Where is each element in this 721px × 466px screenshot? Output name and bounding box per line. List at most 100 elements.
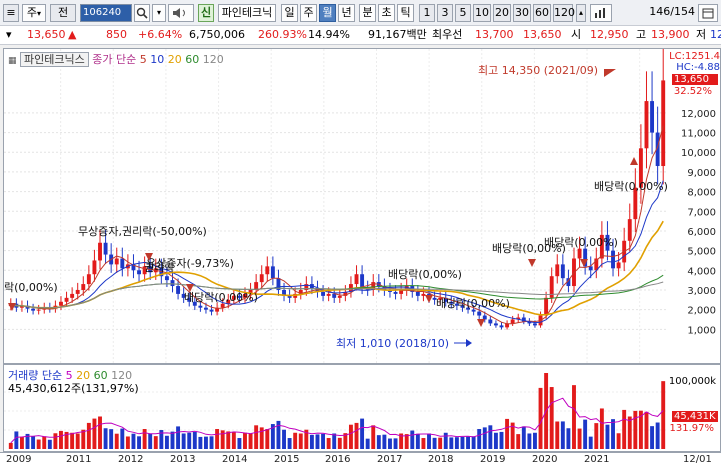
bars-icon[interactable] — [590, 4, 612, 22]
dropdown-arrow-icon[interactable]: ▾ — [152, 4, 166, 22]
speaker-icon[interactable] — [168, 4, 194, 22]
volume-bar — [454, 437, 459, 449]
tab-day[interactable]: 일 — [281, 4, 298, 22]
date-label: 2016 — [325, 454, 351, 465]
volume-bar — [86, 422, 91, 449]
high-label: 고 — [636, 28, 647, 41]
volume-bar — [187, 432, 192, 449]
tab-tick[interactable]: 틱 — [397, 4, 414, 22]
stock-name: 파인테크닉 — [218, 4, 276, 22]
date-label: 2012 — [118, 454, 144, 465]
calendar-icon[interactable] — [698, 4, 718, 22]
candle-body — [64, 297, 69, 302]
candle-body — [31, 308, 36, 311]
candle-body — [415, 291, 420, 296]
volume-bar — [348, 424, 353, 449]
volume-chart-pane[interactable]: 거래량 단순 5 20 60 120 45,430,612주(131,97%) … — [3, 364, 721, 452]
market-select[interactable]: 주▾ — [22, 4, 46, 22]
price-chart[interactable]: 12,000 11,000 10,000 9,000 8,000 7,000 6,000 5,… — [4, 49, 720, 363]
new-badge[interactable]: 신 — [198, 4, 214, 22]
ma-5: 5 — [139, 53, 147, 66]
volume-bar — [560, 421, 565, 449]
quote-menu-icon[interactable]: ▾ — [6, 26, 15, 44]
date-label: 2019 — [480, 454, 506, 465]
volume-bar — [315, 434, 320, 449]
stock-code-input[interactable]: 106240 — [80, 4, 132, 22]
price-legend-tag[interactable]: 파인테크닉스 — [20, 52, 89, 67]
candle-body — [588, 266, 593, 271]
candle-body — [544, 297, 549, 316]
annotation-left-edge: 락(0,00%) — [4, 281, 58, 294]
volume-bar — [488, 425, 493, 449]
interval-60[interactable]: 60 — [533, 4, 551, 22]
volume-current-label: 45,431K — [672, 411, 718, 422]
y-tick-label: 5,000 — [687, 247, 716, 258]
candle-body — [533, 323, 537, 326]
volume-bar — [42, 436, 47, 449]
interval-5[interactable]: 5 — [455, 4, 471, 22]
date-label: 2011 — [66, 454, 92, 465]
candle-body — [393, 291, 398, 294]
volume-bar — [493, 432, 498, 449]
page-current: 146 — [649, 5, 671, 18]
volume-bar — [98, 416, 102, 449]
volume-bar — [287, 438, 292, 449]
candle-body — [326, 293, 331, 296]
candle-body — [220, 303, 225, 308]
annotation-rights-issue: 무상증자,권리락(-50,00%) — [78, 225, 207, 238]
volume-bar — [282, 429, 286, 449]
interval-3[interactable]: 3 — [437, 4, 453, 22]
volume-rate: 260.93% — [258, 28, 307, 41]
volume-bar — [204, 436, 208, 449]
volume-bar — [477, 429, 482, 449]
y-tick-label: 8,000 — [687, 188, 716, 199]
ma-label: 종가 단순 — [92, 53, 137, 66]
candle-body — [103, 242, 108, 255]
volume-bar — [176, 426, 181, 449]
low-arrow-icon — [466, 339, 472, 347]
best-ask-label: 최우선 — [432, 28, 463, 41]
volume-bar — [231, 432, 236, 449]
y-tick-label: 9,000 — [687, 168, 716, 179]
trade-amount: 91,167백만 — [368, 28, 427, 41]
candle-body — [59, 301, 63, 306]
candle-body — [81, 284, 86, 290]
interval-120[interactable]: 120 — [553, 4, 575, 22]
tab-month[interactable]: 월 — [319, 4, 336, 22]
volume-bar — [142, 429, 147, 449]
tab-year[interactable]: 년 — [338, 4, 355, 22]
tab-week[interactable]: 주 — [300, 4, 317, 22]
period-select[interactable]: 전 — [50, 4, 76, 22]
price-chart-pane[interactable]: 12,000 11,000 10,000 9,000 8,000 7,000 6,000 5,… — [3, 48, 721, 364]
candle-body — [493, 323, 498, 326]
interval-10[interactable]: 10 — [473, 4, 491, 22]
candle-body — [209, 309, 214, 312]
candle-body — [86, 274, 91, 285]
tab-minute[interactable]: 분 — [359, 4, 376, 22]
search-icon[interactable] — [134, 4, 150, 22]
tab-second[interactable]: 초 — [378, 4, 395, 22]
ma-120: 120 — [202, 53, 224, 66]
interval-30[interactable]: 30 — [513, 4, 531, 22]
candle-body — [560, 264, 565, 279]
volume-bar — [388, 438, 392, 449]
menu-icon[interactable]: ≡ — [3, 4, 19, 22]
volume-bar — [432, 437, 437, 449]
candle-body — [337, 295, 342, 298]
volume-bar — [164, 435, 169, 449]
date-label: 2017 — [377, 454, 403, 465]
volume-bar — [148, 433, 153, 449]
interval-20[interactable]: 20 — [493, 4, 511, 22]
high-price: 13,900 — [651, 28, 690, 41]
volume-bar — [14, 431, 19, 449]
volume-bar — [31, 436, 36, 449]
current-pct-label: 32.52% — [673, 86, 712, 97]
interval-1[interactable]: 1 — [419, 4, 435, 22]
y-tick-label: 4,000 — [687, 266, 716, 277]
candle-body — [120, 258, 125, 269]
scroll-up-icon[interactable]: ▴ — [576, 4, 586, 22]
candle-body — [360, 274, 365, 289]
candle-body — [510, 319, 515, 324]
candle-body — [198, 305, 203, 308]
volume-bar — [243, 432, 247, 449]
